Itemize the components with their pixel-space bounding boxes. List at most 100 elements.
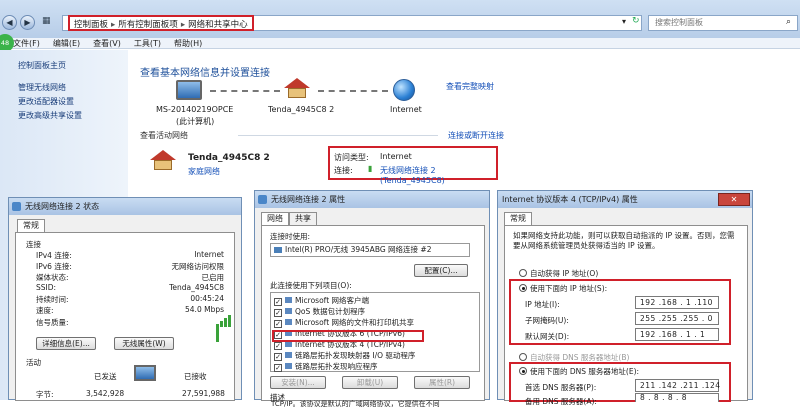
- checkbox-checked-icon[interactable]: ✓: [274, 298, 282, 306]
- adapter-icon: [274, 247, 282, 253]
- status-row-value: 54.0 Mbps: [185, 305, 224, 314]
- checkbox-checked-icon[interactable]: ✓: [274, 320, 282, 328]
- list-item[interactable]: ✓ 链路层拓扑发现映射器 I/O 驱动程序: [274, 350, 415, 361]
- install-button[interactable]: 安装(N)...: [270, 376, 326, 389]
- breadcrumb-network-center[interactable]: 网络和共享中心: [188, 20, 248, 30]
- status-dialog: 无线网络连接 2 状态 常规 连接 IPv4 连接: Internet IPv6 连…: [8, 197, 242, 401]
- network-icon: [12, 202, 21, 211]
- control-panel-home-link[interactable]: 控制面板主页: [18, 60, 66, 71]
- manual-ip-label: 使用下面的 IP 地址(S):: [530, 284, 608, 293]
- menu-tools[interactable]: 工具(T): [134, 38, 161, 49]
- bytes-sent: 3,542,928: [86, 389, 125, 398]
- gateway-field[interactable]: 192 .168 . 1 . 1: [635, 328, 719, 341]
- list-item[interactable]: ✓ Microsoft 网络的文件和打印机共享: [274, 317, 414, 328]
- status-row-label: SSID:: [36, 283, 57, 292]
- uninstall-button[interactable]: 卸载(U): [342, 376, 398, 389]
- description-text: TCP/IP。该协议是默认的广域网络协议，它提供在不同: [271, 400, 440, 408]
- subnet-mask-label: 子网掩码(U):: [525, 316, 569, 325]
- status-row-value: 00:45:24: [190, 294, 224, 303]
- checkbox-checked-icon[interactable]: ✓: [274, 364, 282, 372]
- preferred-dns-field[interactable]: 211 .142 .211 .124: [635, 379, 720, 392]
- breadcrumb[interactable]: 控制面板 ▸ 所有控制面板项 ▸ 网络和共享中心: [68, 15, 254, 31]
- breadcrumb-separator-icon: ▸: [180, 20, 186, 30]
- full-map-link[interactable]: 查看完整映射: [446, 81, 494, 92]
- access-type-label: 访问类型:: [334, 153, 369, 162]
- search-icon[interactable]: ⌕: [786, 17, 791, 27]
- chevron-down-icon[interactable]: ▾: [622, 17, 626, 26]
- menu-edit[interactable]: 编辑(E): [53, 38, 80, 49]
- manual-dns-label: 使用下面的 DNS 服务器地址(E):: [530, 367, 640, 376]
- divider: [238, 135, 438, 136]
- breadcrumb-control-panel[interactable]: 控制面板: [74, 20, 108, 30]
- connect-disconnect-link[interactable]: 连接或断开连接: [448, 130, 504, 141]
- properties-dialog: 无线网络连接 2 属性 网络 共享 连接时使用: Intel(R) PRO/无线…: [254, 190, 490, 408]
- share-icon: [285, 319, 292, 325]
- tab-sharing[interactable]: 共享: [289, 212, 317, 225]
- connection-link[interactable]: 无线网络连接 2 (Tenda_4945C8): [380, 165, 496, 185]
- tab-general[interactable]: 常规: [17, 219, 45, 232]
- radio-selected-icon[interactable]: [519, 367, 527, 375]
- menu-view[interactable]: 查看(V): [93, 38, 121, 49]
- status-row-value: 无网络访问权限: [171, 262, 225, 271]
- connection-label: 连接:: [334, 166, 353, 175]
- status-row-label: 持续时间:: [36, 295, 69, 304]
- radio-icon[interactable]: [519, 269, 527, 277]
- back-arrow-icon[interactable]: ◀: [2, 15, 17, 30]
- preferred-dns-label: 首选 DNS 服务器(P):: [525, 383, 597, 392]
- checkbox-checked-icon[interactable]: ✓: [274, 309, 282, 317]
- wireless-properties-button[interactable]: 无线属性(W): [114, 337, 174, 350]
- close-icon[interactable]: ✕: [718, 193, 750, 206]
- subnet-mask-field[interactable]: 255 .255 .255 . 0: [635, 312, 719, 325]
- list-item[interactable]: ✓ Microsoft 网络客户端: [274, 295, 369, 306]
- properties-dialog-title: 无线网络连接 2 属性: [271, 195, 346, 204]
- search-input[interactable]: 搜索控制面板: [648, 15, 798, 31]
- connection-line: [318, 90, 388, 92]
- checkbox-checked-icon[interactable]: ✓: [274, 342, 282, 350]
- ip-address-label: IP 地址(I):: [525, 300, 560, 309]
- properties-button[interactable]: 属性(R): [414, 376, 470, 389]
- adapter-settings-link[interactable]: 更改适配器设置: [18, 96, 74, 107]
- menu-help[interactable]: 帮助(H): [174, 38, 202, 49]
- alternate-dns-field[interactable]: 8 . 8 . 8 . 8: [635, 393, 719, 402]
- details-button[interactable]: 详细信息(E)...: [36, 337, 96, 350]
- alternate-dns-label: 备用 DNS 服务器(A):: [525, 397, 597, 406]
- status-row-value: Tenda_4945C8: [169, 283, 224, 292]
- signal-bars-icon: ▮: [368, 164, 373, 173]
- network-name: Tenda_4945C8 2: [188, 153, 270, 163]
- menu-file[interactable]: 文件(F): [13, 38, 40, 49]
- status-dialog-title: 无线网络连接 2 状态: [25, 202, 100, 211]
- list-item-label: Microsoft 网络的文件和打印机共享: [295, 318, 415, 327]
- internet-label: Internet: [390, 105, 422, 114]
- radio-selected-icon[interactable]: [519, 284, 527, 292]
- list-item[interactable]: ✓ 链路层拓扑发现响应程序: [274, 361, 378, 372]
- status-row-label: 速度:: [36, 306, 54, 315]
- manual-dns-option[interactable]: 使用下面的 DNS 服务器地址(E):: [519, 366, 639, 377]
- status-row-value: Internet: [194, 250, 224, 259]
- refresh-icon[interactable]: ↻: [632, 16, 640, 26]
- page-title: 查看基本网络信息并设置连接: [140, 68, 270, 79]
- menu-bar: 文件(F) 编辑(E) 查看(V) 工具(T) 帮助(H): [0, 38, 800, 49]
- properties-dialog-titlebar: 无线网络连接 2 属性: [255, 191, 489, 208]
- breadcrumb-all-items[interactable]: 所有控制面板项: [118, 20, 178, 30]
- advanced-sharing-link[interactable]: 更改高级共享设置: [18, 110, 82, 121]
- activity-group-label: 活动: [26, 358, 41, 367]
- home-network-icon: [150, 150, 176, 170]
- manage-wireless-link[interactable]: 管理无线网络: [18, 82, 66, 93]
- ip-address-field[interactable]: 192 .168 . 1 .110: [635, 296, 719, 309]
- ipv4-panel: 如果网络支持此功能，则可以获取自动指派的 IP 设置。否则，您需要从网络系统管理…: [504, 225, 748, 406]
- received-label: 已接收: [184, 372, 207, 381]
- forward-arrow-icon[interactable]: ▶: [20, 15, 35, 30]
- checkbox-checked-icon[interactable]: ✓: [274, 353, 282, 361]
- tab-general[interactable]: 常规: [504, 212, 532, 225]
- manual-ip-option[interactable]: 使用下面的 IP 地址(S):: [519, 283, 607, 294]
- tab-network[interactable]: 网络: [261, 212, 289, 225]
- auto-ip-option[interactable]: 自动获得 IP 地址(O): [519, 268, 598, 279]
- items-label: 此连接使用下列项目(O):: [270, 281, 352, 290]
- computer-name: MS-20140219OPCE: [156, 105, 234, 114]
- gateway-label: 默认网关(D):: [525, 332, 570, 341]
- radio-icon[interactable]: [519, 353, 527, 361]
- configure-button[interactable]: 配置(C)...: [414, 264, 468, 277]
- network-type-link[interactable]: 家庭网络: [188, 166, 220, 177]
- list-item[interactable]: ✓ QoS 数据包计划程序: [274, 306, 365, 317]
- router-name: Tenda_4945C8 2: [268, 105, 335, 114]
